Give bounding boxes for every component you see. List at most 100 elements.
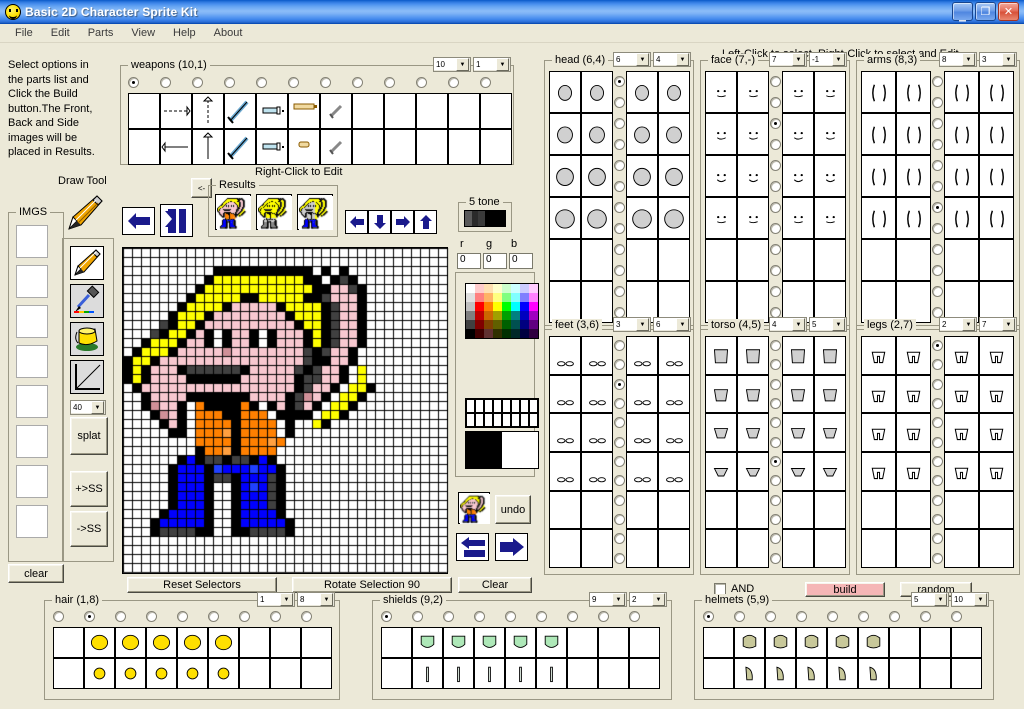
helmets-radio[interactable] (951, 611, 962, 622)
color-swatch[interactable] (520, 329, 529, 338)
arms-cell[interactable] (979, 239, 1014, 281)
custom-swatch[interactable] (493, 399, 502, 413)
torso-radio-b[interactable] (770, 398, 781, 410)
arms-cell[interactable] (861, 71, 896, 113)
imgs-slot[interactable] (16, 465, 48, 498)
splat-button[interactable]: splat (70, 417, 108, 455)
hair-combo-a[interactable]: 1 ▼ (257, 592, 295, 607)
weapon-cell[interactable] (224, 93, 256, 129)
shields-radio[interactable] (629, 611, 640, 622)
hair-radio[interactable] (270, 611, 281, 622)
sprite-edit-canvas[interactable] (122, 247, 449, 575)
face-cell[interactable] (705, 239, 737, 281)
hair-cell[interactable] (239, 627, 270, 658)
legs-cell[interactable] (944, 374, 979, 414)
helmets-cell[interactable] (765, 627, 796, 658)
head-cell[interactable] (658, 71, 690, 113)
menu-item-about[interactable]: About (205, 25, 252, 41)
result-back-thumb[interactable] (256, 194, 292, 230)
legs-cell[interactable] (861, 451, 896, 491)
color-swatch[interactable] (475, 302, 484, 311)
color-swatch[interactable] (511, 320, 520, 329)
shields-radio[interactable] (412, 611, 423, 622)
face-cell[interactable] (705, 155, 737, 197)
shields-cell[interactable] (536, 658, 567, 689)
imgs-slot[interactable] (16, 305, 48, 338)
legs-cell[interactable] (944, 413, 979, 452)
hair-cell[interactable] (270, 658, 301, 689)
hair-cell[interactable] (208, 627, 239, 658)
feet-cell[interactable] (581, 529, 613, 568)
arms-cell[interactable] (896, 197, 931, 239)
color-swatch[interactable] (529, 311, 538, 320)
hair-cell[interactable] (146, 658, 177, 689)
face-cell[interactable] (705, 281, 737, 323)
hair-radio[interactable] (53, 611, 64, 622)
arms-cell[interactable] (979, 155, 1014, 197)
legs-radio-b[interactable] (932, 398, 943, 410)
feet-radio-b[interactable] (614, 475, 625, 487)
legs-cell[interactable] (896, 374, 931, 414)
shields-cell[interactable] (629, 627, 660, 658)
color-swatch[interactable] (520, 284, 529, 293)
head-radio-a[interactable] (614, 202, 625, 213)
helmets-cell[interactable] (827, 627, 858, 658)
helmets-combo-a[interactable]: 5 ▼ (911, 592, 949, 607)
head-cell[interactable] (626, 239, 658, 281)
weapons-radio[interactable] (192, 77, 203, 88)
swap-left-button[interactable] (456, 533, 489, 561)
reset-selectors-button[interactable]: Reset Selectors (127, 577, 277, 593)
torso-radio-a[interactable] (770, 456, 781, 468)
legs-cell[interactable] (979, 374, 1014, 414)
weapons-radio[interactable] (480, 77, 491, 88)
shields-cell[interactable] (505, 658, 536, 689)
face-cell[interactable] (814, 239, 846, 281)
menu-item-view[interactable]: View (122, 25, 164, 41)
nudge-right-button[interactable] (391, 210, 414, 234)
hair-cell[interactable] (239, 658, 270, 689)
legs-cell[interactable] (861, 374, 896, 414)
color-swatch[interactable] (520, 293, 529, 302)
hair-cell[interactable] (115, 627, 146, 658)
pencil-tool-button[interactable] (70, 246, 104, 280)
arms-cell[interactable] (861, 281, 896, 323)
hair-cell[interactable] (177, 658, 208, 689)
helmets-cell[interactable] (920, 658, 951, 689)
weapons-combo-a[interactable]: 10 ▼ (433, 57, 471, 72)
color-swatch[interactable] (493, 293, 502, 302)
helmets-cell[interactable] (858, 658, 889, 689)
add-to-ss-button[interactable]: +>SS (70, 471, 108, 507)
head-cell[interactable] (626, 197, 658, 239)
feet-cell[interactable] (658, 413, 690, 452)
face-cell[interactable] (814, 155, 846, 197)
arms-radio-a[interactable] (932, 286, 943, 297)
torso-cell[interactable] (737, 451, 769, 491)
arms-radio-b[interactable] (932, 181, 943, 192)
shields-combo-a[interactable]: 9 ▼ (589, 592, 627, 607)
arms-cell[interactable] (896, 71, 931, 113)
head-radio-a[interactable] (614, 76, 625, 87)
imgs-slot[interactable] (16, 385, 48, 418)
shields-cell[interactable] (412, 627, 443, 658)
helmets-radio[interactable] (858, 611, 869, 622)
rotate-selection-button[interactable]: Rotate Selection 90 (292, 577, 452, 593)
torso-cell[interactable] (705, 529, 737, 568)
color-swatch[interactable] (466, 329, 475, 338)
legs-cell[interactable] (979, 336, 1014, 375)
shields-cell[interactable] (412, 658, 443, 689)
weapon-cell[interactable] (288, 129, 320, 165)
feet-cell[interactable] (658, 490, 690, 530)
head-radio-b[interactable] (614, 181, 625, 192)
head-cell[interactable] (658, 239, 690, 281)
color-swatch[interactable] (466, 284, 475, 293)
color-swatch[interactable] (493, 329, 502, 338)
shields-cell[interactable] (474, 658, 505, 689)
head-cell[interactable] (549, 281, 581, 323)
face-radio-b[interactable] (770, 139, 781, 150)
torso-cell[interactable] (814, 336, 846, 375)
color-swatch[interactable] (511, 284, 520, 293)
custom-swatch[interactable] (520, 413, 529, 427)
hair-cell[interactable] (53, 658, 84, 689)
color-swatch[interactable] (484, 311, 493, 320)
hair-radio[interactable] (146, 611, 157, 622)
